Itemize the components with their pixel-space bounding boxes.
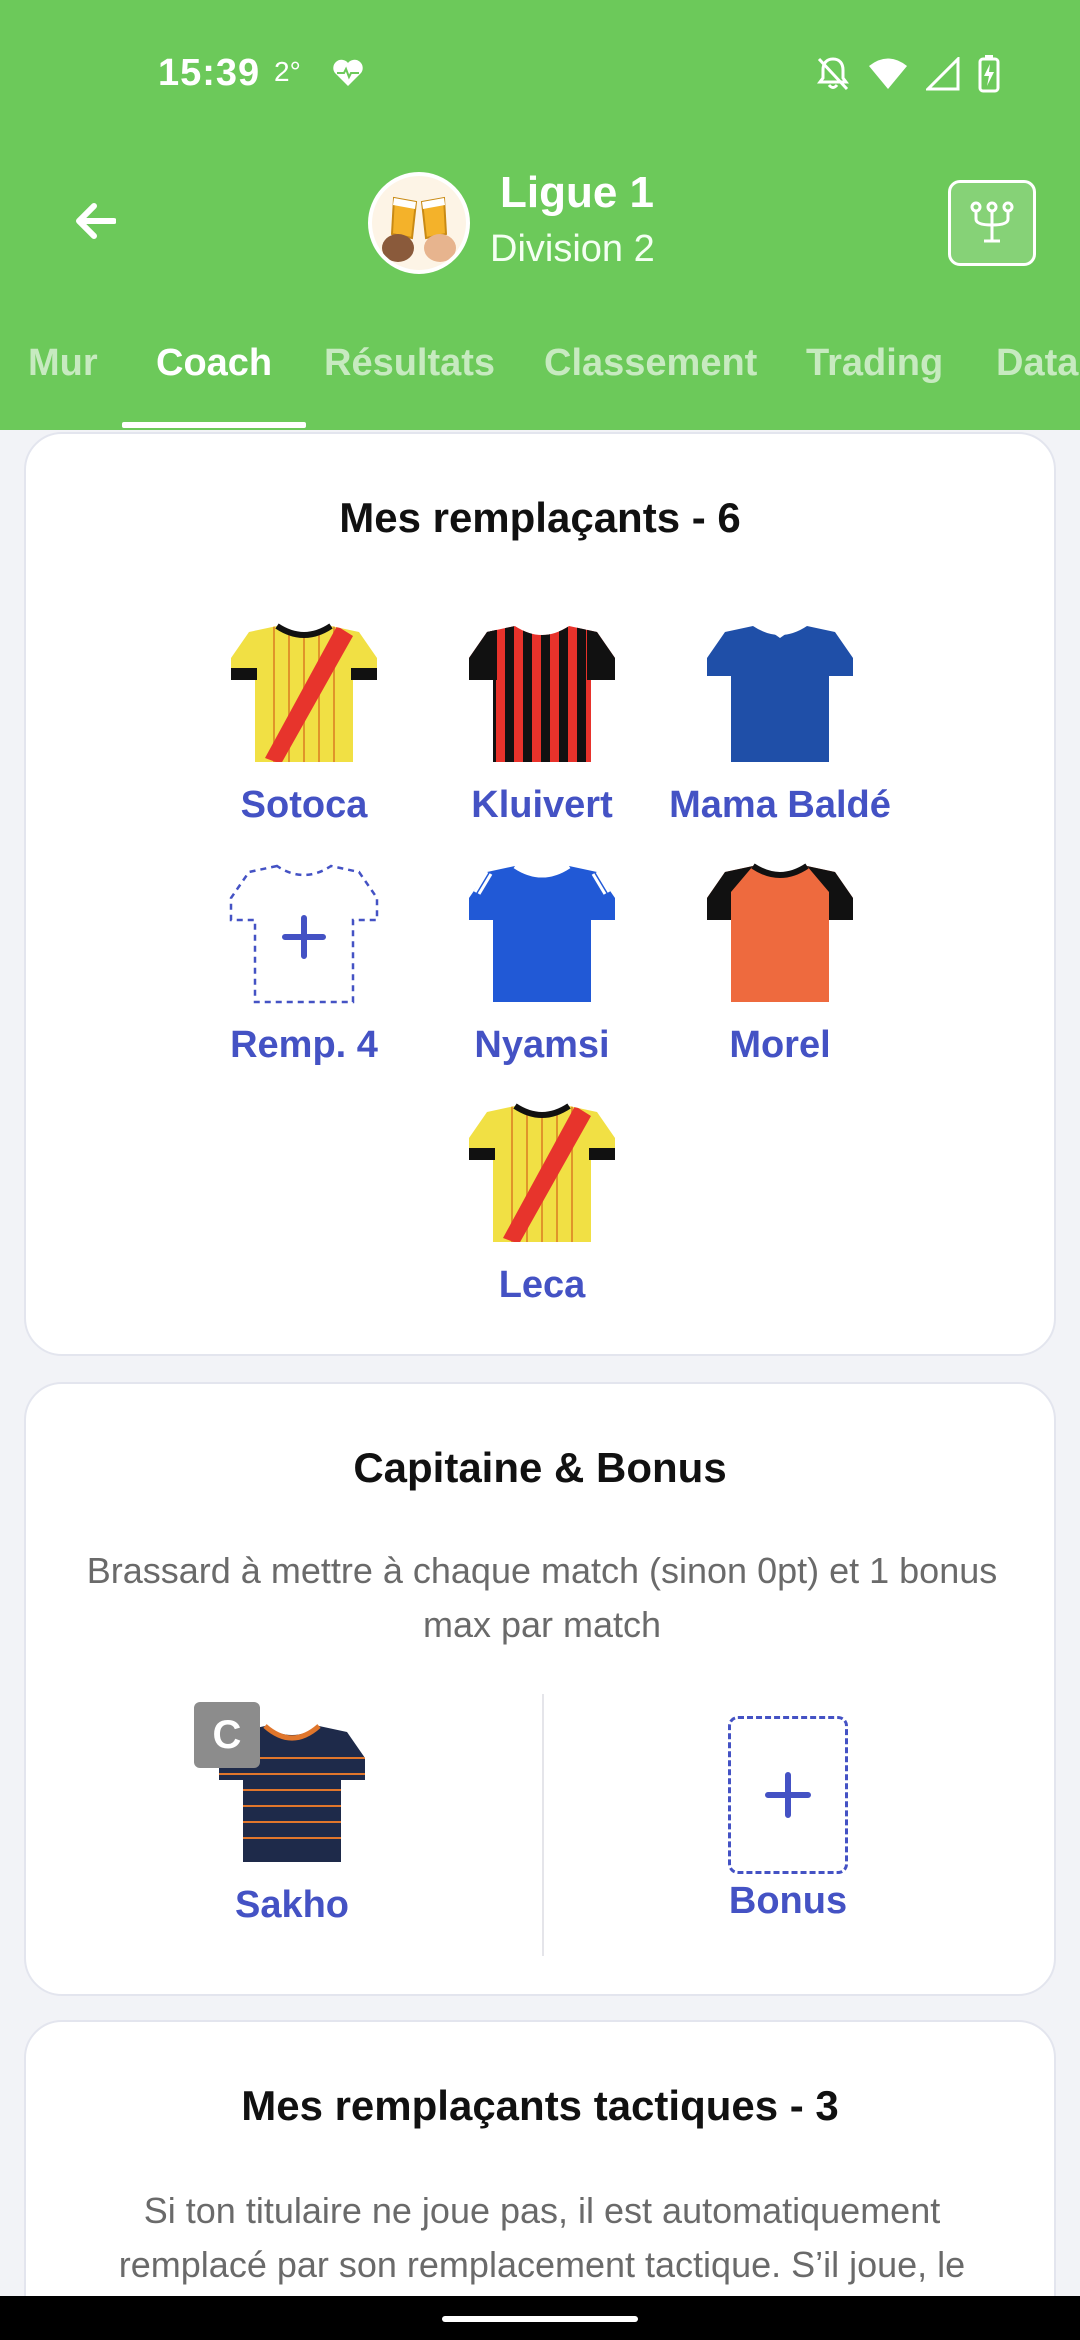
status-bar: 15:39 2° xyxy=(0,40,1080,110)
league-avatar[interactable] xyxy=(368,172,470,274)
substitutes-card: Mes remplaçants - 6 Sotoca Kluivert Mama… xyxy=(24,432,1056,1356)
app-header: 15:39 2° Ligue 1 Division 2 Mur Coach Ré… xyxy=(0,0,1080,430)
status-icons xyxy=(816,54,1000,94)
player-name: Leca xyxy=(498,1264,586,1306)
tactical-title: Mes remplaçants tactiques - 3 xyxy=(241,2082,839,2129)
health-icon xyxy=(333,59,363,86)
tactical-description: Si ton titulaire ne joue pas, il est aut… xyxy=(118,2190,966,2285)
captain-badge: C xyxy=(194,1702,260,1768)
tab-classement[interactable]: Classement xyxy=(544,342,757,385)
tab-trading[interactable]: Trading xyxy=(806,342,943,385)
tab-data[interactable]: Data xyxy=(996,342,1078,385)
captain-name: Sakho xyxy=(234,1884,350,1926)
player-morel[interactable]: Morel xyxy=(660,862,900,1082)
tab-mur[interactable]: Mur xyxy=(28,342,98,385)
jersey-icon xyxy=(707,863,853,1002)
tab-resultats[interactable]: Résultats xyxy=(324,342,495,385)
jersey-icon xyxy=(469,1103,615,1242)
captain-bonus-title: Capitaine & Bonus xyxy=(353,1444,727,1491)
beer-cheers-icon xyxy=(372,176,466,270)
bracket-tree-icon xyxy=(970,201,1014,243)
arrow-left-icon xyxy=(76,203,116,239)
divider xyxy=(542,1694,544,1956)
jersey-icon xyxy=(469,624,615,762)
bonus-label: Bonus xyxy=(728,1880,848,1922)
jersey-icon xyxy=(469,863,615,1002)
plus-icon xyxy=(765,1772,811,1818)
add-player-icon xyxy=(229,864,379,1004)
bracket-button[interactable] xyxy=(948,180,1036,266)
notifications-off-icon xyxy=(817,57,849,91)
wifi-icon xyxy=(869,58,907,89)
jersey-icon xyxy=(231,623,377,762)
player-leca[interactable]: Leca xyxy=(422,1102,662,1322)
league-title: Ligue 1 xyxy=(500,168,655,217)
status-temperature: 2° xyxy=(274,56,301,87)
player-name: Mama Baldé xyxy=(669,784,891,826)
signal-icon xyxy=(926,57,960,91)
add-bonus-button[interactable] xyxy=(728,1716,848,1874)
home-gesture-handle[interactable] xyxy=(442,2316,638,2322)
tab-bar: Mur Coach Résultats Classement Trading D… xyxy=(0,330,1080,430)
battery-charging-icon xyxy=(978,55,1000,93)
league-division: Division 2 xyxy=(490,228,655,270)
captain-bonus-description: Brassard à mettre à chaque match (sinon … xyxy=(86,1550,998,1645)
player-mama-balde[interactable]: Mama Baldé xyxy=(660,622,900,842)
active-tab-indicator xyxy=(122,422,306,428)
tactical-substitutes-card: Mes remplaçants tactiques - 3 Si ton tit… xyxy=(24,2020,1056,2340)
status-time: 15:39 xyxy=(158,52,261,94)
back-button[interactable] xyxy=(62,188,128,254)
tab-coach[interactable]: Coach xyxy=(156,342,272,385)
jersey-icon xyxy=(707,626,853,762)
player-name: Morel xyxy=(729,1024,831,1066)
substitutes-title: Mes remplaçants - 6 xyxy=(339,494,741,541)
